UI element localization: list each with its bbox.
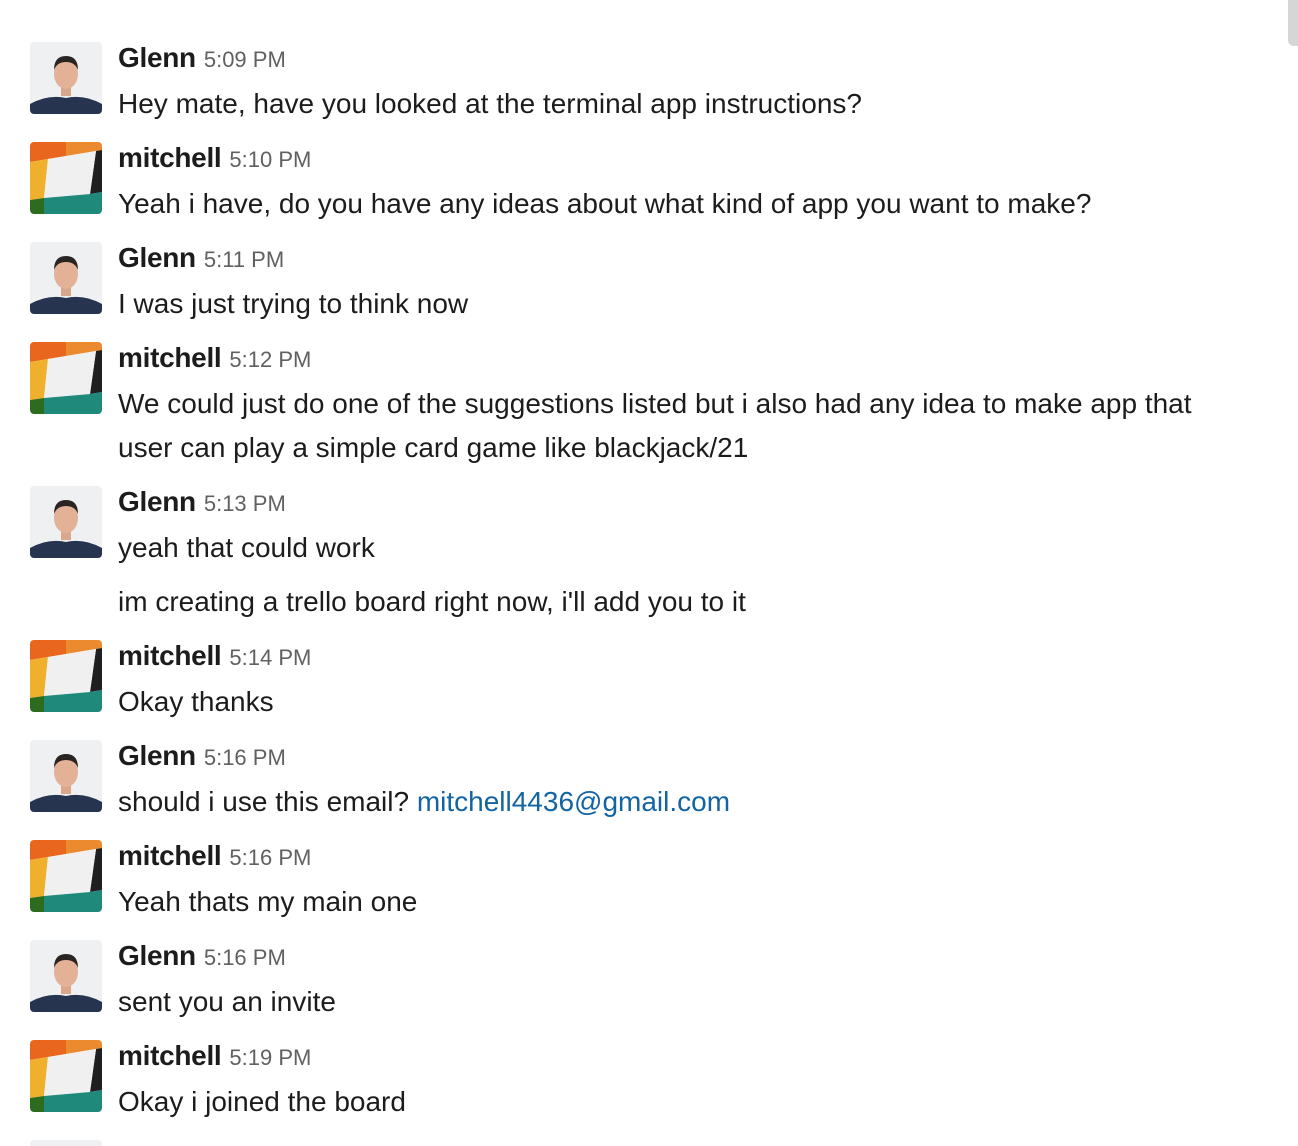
timestamp[interactable]: 5:16 PM [229,845,311,870]
user-photo-avatar-icon[interactable] [30,940,102,1012]
author-name[interactable]: Glenn [118,940,196,971]
author-name[interactable]: mitchell [118,342,222,373]
author-name[interactable]: Glenn [118,740,196,771]
author-name[interactable]: mitchell [118,1040,222,1071]
user-photo-avatar-icon[interactable] [30,242,102,314]
message-text: user can play a simple card game like bl… [118,432,749,463]
author-name[interactable]: mitchell [118,142,222,173]
message-text: Okay i joined the board [118,1086,406,1117]
timestamp[interactable]: 5:16 PM [204,945,286,970]
message-text: Yeah i have, do you have any ideas about… [118,188,1092,219]
timestamp[interactable]: 5:12 PM [229,347,311,372]
user-photo-avatar-icon[interactable] [30,740,102,812]
message-header: Glenn 5:09 PM [118,42,286,78]
timestamp[interactable]: 5:19 PM [229,1045,311,1070]
followup-message-text: im creating a trello board right now, i'… [118,586,746,617]
message-header: Glenn 5:16 PM [118,940,286,976]
identicon-avatar-icon[interactable] [30,1040,102,1112]
chat-window: Glenn 5:09 PM Hey mate, have you looked a… [0,0,1298,1146]
message-text: We could just do one of the suggestions … [118,388,1192,419]
user-photo-avatar-icon[interactable] [30,42,102,114]
timestamp[interactable]: 5:13 PM [204,491,286,516]
identicon-avatar-icon[interactable] [30,342,102,414]
author-name[interactable]: mitchell [118,640,222,671]
timestamp[interactable]: 5:11 PM [204,247,284,272]
next-avatar-icon [30,1140,102,1146]
identicon-avatar-icon[interactable] [30,142,102,214]
user-photo-avatar-icon[interactable] [30,486,102,558]
author-name[interactable]: mitchell [118,840,222,871]
message-text-prefix: should i use this email? [118,786,417,817]
message-header: mitchell 5:12 PM [118,342,311,378]
message-header: Glenn 5:13 PM [118,486,286,522]
scrollbar[interactable] [1288,0,1298,46]
message-header: mitchell 5:14 PM [118,640,311,676]
message-header: Glenn 5:16 PM [118,740,286,776]
author-name[interactable]: Glenn [118,486,196,517]
message-text: I was just trying to think now [118,288,469,319]
message-header: Glenn 5:11 PM [118,242,284,278]
message-text: sent you an invite [118,986,336,1017]
timestamp[interactable]: 5:09 PM [204,47,286,72]
message-text: Okay thanks [118,686,274,717]
message-text: should i use this email? mitchell4436@gm… [118,780,1278,824]
author-name[interactable]: Glenn [118,242,196,273]
identicon-avatar-icon[interactable] [30,640,102,712]
message-header: mitchell 5:10 PM [118,142,311,178]
message-text: Hey mate, have you looked at the termina… [118,88,862,119]
message-text: yeah that could work [118,532,375,563]
message-header: mitchell 5:19 PM [118,1040,311,1076]
timestamp[interactable]: 5:16 PM [204,745,286,770]
timestamp[interactable]: 5:14 PM [229,645,311,670]
email-link[interactable]: mitchell4436@gmail.com [417,786,730,817]
message-header: mitchell 5:16 PM [118,840,311,876]
author-name[interactable]: Glenn [118,42,196,73]
message-text: Yeah thats my main one [118,886,418,917]
timestamp[interactable]: 5:10 PM [229,147,311,172]
identicon-avatar-icon[interactable] [30,840,102,912]
